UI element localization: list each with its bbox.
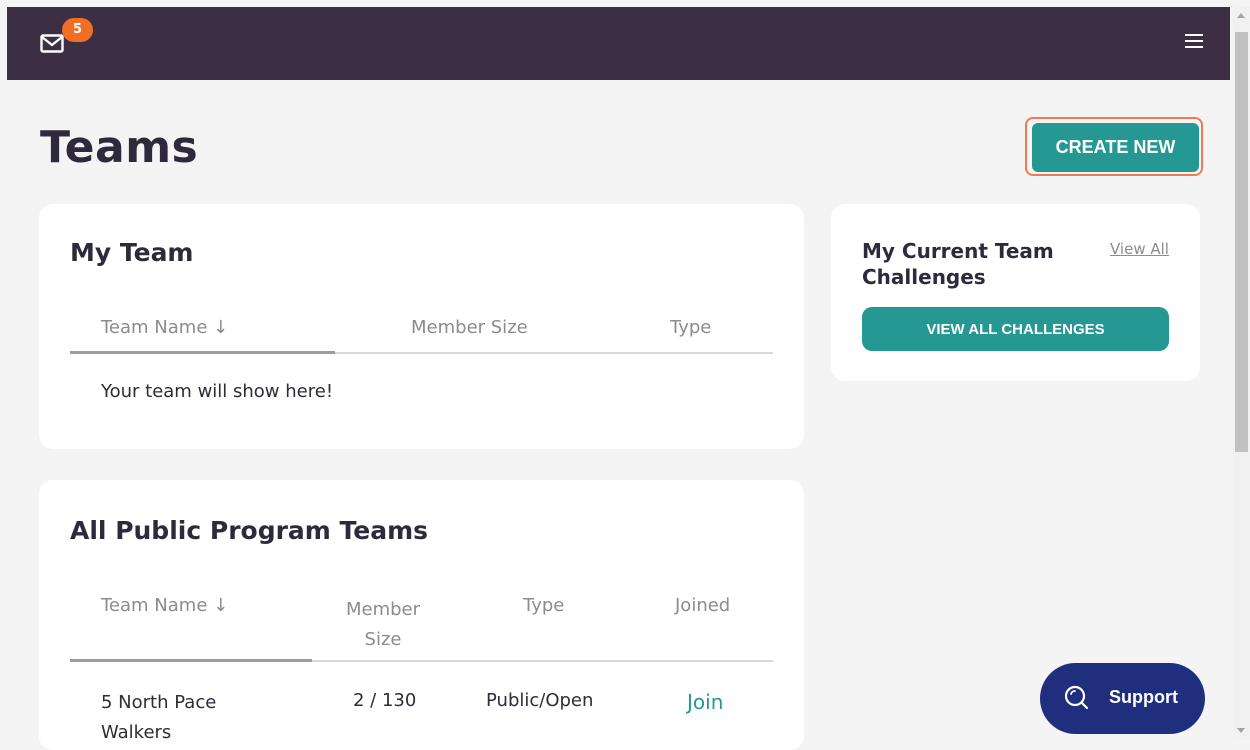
view-all-link[interactable]: View All — [1110, 240, 1169, 258]
top-navigation-bar: 5 — [7, 7, 1230, 80]
column-header-member-size: Member Size — [333, 595, 433, 655]
hamburger-menu-icon[interactable] — [1185, 34, 1203, 50]
my-team-title: My Team — [70, 238, 194, 267]
join-team-link[interactable]: Join — [687, 690, 723, 714]
team-challenges-card: My Current Team Challenges View All VIEW… — [831, 204, 1200, 381]
team-name-cell: 5 North Pace Walkers — [101, 688, 216, 748]
empty-team-message: Your team will show here! — [101, 381, 334, 402]
scroll-down-arrow-icon[interactable] — [1237, 728, 1245, 733]
my-team-card: My Team Team Name ↓ Member Size Type You… — [39, 204, 804, 449]
member-size-line1: Member — [345, 599, 421, 620]
column-header-type: Type — [523, 595, 565, 616]
team-type-cell: Public/Open — [486, 690, 594, 711]
support-button[interactable]: Support — [1040, 663, 1205, 734]
public-teams-title: All Public Program Teams — [70, 516, 429, 545]
notification-badge: 5 — [62, 18, 93, 42]
column-header-team-name[interactable]: Team Name ↓ — [101, 595, 228, 616]
scrollbar-thumb[interactable] — [1235, 32, 1248, 452]
view-all-challenges-button[interactable]: VIEW ALL CHALLENGES — [862, 307, 1169, 351]
support-label: Support — [1109, 687, 1178, 707]
challenges-title-line1: My Current Team — [862, 239, 1054, 263]
team-name-line2: Walkers — [101, 722, 172, 743]
sort-column-indicator — [70, 351, 335, 354]
page-title: Teams — [40, 122, 199, 173]
member-size-cell: 2 / 130 — [353, 690, 417, 711]
scroll-up-arrow-icon[interactable] — [1237, 13, 1245, 18]
column-header-team-name[interactable]: Team Name ↓ — [101, 317, 228, 338]
member-size-line2: Size — [364, 629, 402, 650]
column-header-member-size: Member Size — [411, 317, 528, 338]
team-name-line1: 5 North Pace — [101, 692, 217, 713]
challenges-title: My Current Team Challenges — [862, 238, 1054, 290]
column-header-joined: Joined — [675, 595, 731, 616]
challenges-title-line2: Challenges — [862, 265, 986, 289]
search-icon — [1064, 685, 1090, 716]
vertical-scrollbar[interactable] — [1233, 7, 1250, 740]
public-teams-card: All Public Program Teams Team Name ↓ Mem… — [39, 480, 804, 750]
create-new-button[interactable]: CREATE NEW — [1032, 123, 1199, 172]
column-header-type: Type — [670, 317, 712, 338]
sort-column-indicator — [70, 659, 312, 662]
